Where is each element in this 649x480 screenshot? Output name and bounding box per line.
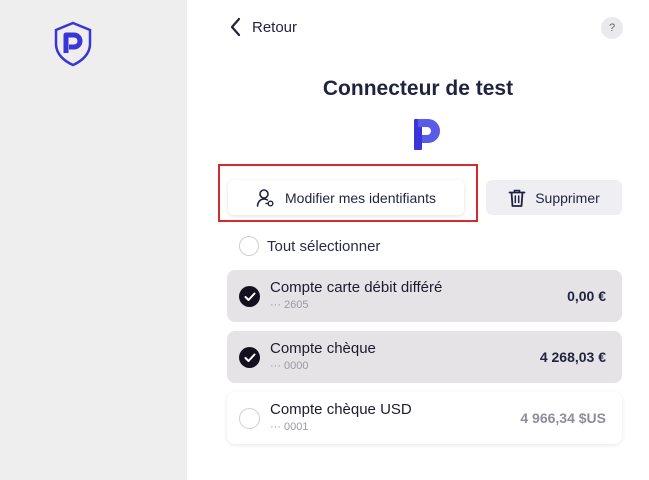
edit-credentials-button[interactable]: Modifier mes identifiants bbox=[228, 180, 464, 215]
select-all-radio[interactable] bbox=[239, 236, 259, 256]
back-button[interactable]: Retour bbox=[228, 16, 297, 38]
account-radio[interactable] bbox=[239, 408, 260, 429]
account-balance: 4 966,34 $US bbox=[520, 410, 606, 426]
sidebar bbox=[0, 0, 187, 480]
trash-icon bbox=[508, 189, 526, 207]
account-number: ··· 2605 bbox=[270, 299, 309, 311]
select-all-checkbox[interactable]: Tout sélectionner bbox=[239, 236, 380, 256]
edit-credentials-label: Modifier mes identifiants bbox=[285, 189, 436, 206]
checkmark-icon[interactable] bbox=[239, 347, 260, 368]
shield-logo-icon bbox=[53, 21, 93, 72]
account-row[interactable]: Compte chèque USD ··· 0001 4 966,34 $US bbox=[227, 392, 622, 444]
user-key-icon bbox=[256, 188, 274, 207]
page-title: Connecteur de test bbox=[322, 77, 514, 100]
account-name: Compte chèque USD bbox=[270, 401, 412, 418]
delete-button[interactable]: Supprimer bbox=[486, 180, 622, 215]
brand-p-logo-icon bbox=[412, 116, 442, 157]
account-name: Compte carte débit différé bbox=[270, 279, 443, 296]
delete-label: Supprimer bbox=[535, 189, 600, 206]
account-number: ··· 0000 bbox=[270, 360, 309, 372]
account-row[interactable]: Compte chèque ··· 0000 4 268,03 € bbox=[227, 331, 622, 383]
select-all-label: Tout sélectionner bbox=[267, 237, 381, 255]
account-row[interactable]: Compte carte débit différé ··· 2605 0,00… bbox=[227, 270, 622, 322]
back-label: Retour bbox=[252, 18, 298, 36]
help-icon[interactable]: ? bbox=[601, 17, 623, 39]
account-number: ··· 0001 bbox=[270, 421, 309, 433]
account-balance: 4 268,03 € bbox=[539, 349, 606, 365]
chevron-left-icon bbox=[230, 17, 241, 37]
account-balance: 0,00 € bbox=[567, 288, 606, 304]
checkmark-icon[interactable] bbox=[239, 286, 260, 307]
main-panel: Retour ? Connecteur de test Modifier mes… bbox=[187, 0, 649, 480]
account-name: Compte chèque bbox=[270, 340, 376, 357]
